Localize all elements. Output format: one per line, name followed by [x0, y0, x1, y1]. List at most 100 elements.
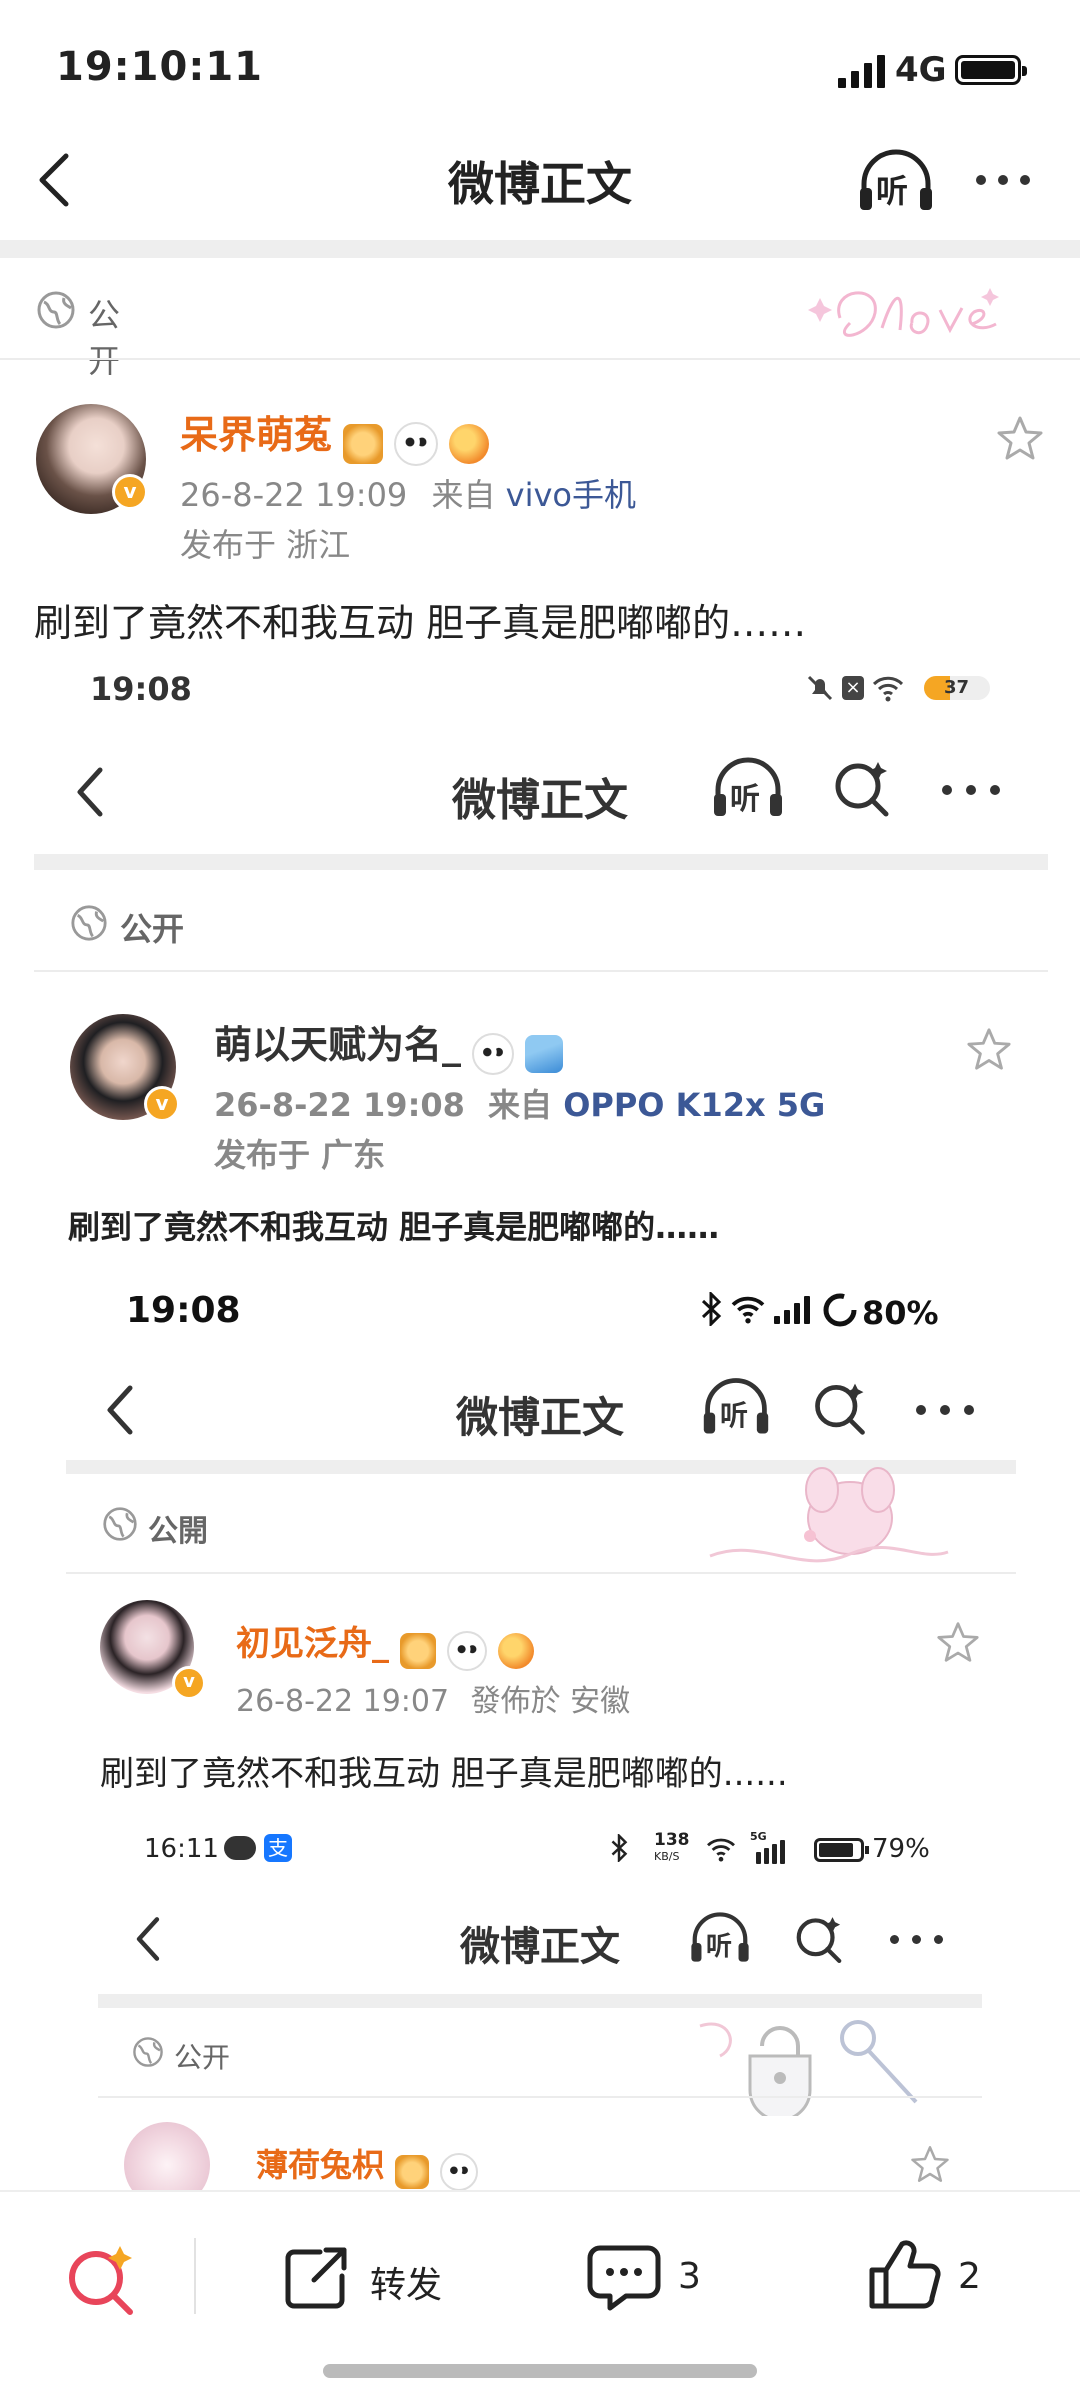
header-divider	[0, 240, 1080, 258]
pufferfish-icon	[498, 1632, 535, 1669]
bunny-decoration	[700, 1466, 950, 1576]
embedded-screenshot-1[interactable]: 19:08 × 37 微博正文 听 公开 v 萌以天赋为名_ 26-8-22 1…	[0, 650, 1080, 1290]
listen-label: 听	[876, 172, 909, 210]
nested1-listen[interactable]: 听	[710, 756, 786, 820]
lock-key-decoration	[690, 2006, 930, 2122]
comment-icon	[587, 2245, 661, 2311]
verified-badge: v	[144, 1086, 180, 1122]
battery-icon	[814, 1838, 869, 1862]
nested1-header-divider	[34, 854, 1048, 870]
wifi-icon	[731, 1296, 765, 1324]
nested1-date: 26-8-22 19:08	[214, 1086, 465, 1124]
battery-icon	[955, 55, 1027, 85]
nested2-battery: 80%	[862, 1294, 939, 1332]
nested2-meta: 26-8-22 19:07 發佈於 安徽	[236, 1676, 630, 1720]
status-bar: 19:10:11 4G	[0, 0, 1080, 130]
source-link[interactable]: vivo手机	[506, 476, 636, 514]
nested3-battery: 79%	[872, 1834, 930, 1864]
nested1-time: 19:08	[90, 670, 192, 708]
battery-icon: 37	[924, 676, 990, 700]
star-icon	[911, 2146, 949, 2182]
nested2-listen: 听	[700, 1376, 772, 1438]
nested1-title: 微博正文	[452, 775, 628, 826]
vertical-divider	[194, 2238, 196, 2314]
panda-icon	[447, 1630, 488, 1671]
post-meta: 26-8-22 19:09 来自 vivo手机	[180, 470, 636, 516]
visibility-label: 公开	[88, 296, 121, 380]
globe-icon	[37, 291, 75, 329]
star-icon	[967, 1028, 1011, 1070]
bluetooth-icon	[701, 1292, 722, 1326]
search-icon	[815, 1383, 865, 1435]
nested2-author: 初见泛舟_	[236, 1624, 389, 1664]
nested2-visibility: 公開	[148, 1514, 208, 1549]
globe-icon	[133, 2037, 163, 2067]
thumbs-up-icon	[869, 2240, 941, 2309]
signal-icon	[838, 54, 888, 88]
author-name[interactable]: 呆界萌菟	[180, 413, 332, 457]
listen-button[interactable]: 听	[856, 148, 936, 214]
nested2-author-row: 初见泛舟_	[236, 1616, 535, 1671]
panda-icon	[472, 1032, 515, 1075]
wechat-icon	[224, 1836, 256, 1860]
star-icon	[997, 416, 1043, 460]
nested3-author: 薄荷兔枳	[256, 2146, 385, 2184]
comment-button[interactable]: 3	[586, 2242, 726, 2318]
search-icon	[796, 1917, 842, 1964]
nested2-status-icons: 80%	[700, 1292, 980, 1332]
nested3-time: 16:11	[144, 1834, 219, 1864]
home-indicator[interactable]	[323, 2364, 757, 2378]
panda-icon	[394, 421, 439, 466]
wifi-icon	[707, 1838, 735, 1862]
nested2-content: 刷到了竟然不和我互动 胆子真是肥嘟嘟的......	[100, 1754, 788, 1794]
crown-badge-icon	[395, 2154, 430, 2189]
verified-badge: v	[172, 1666, 206, 1700]
signal-icon	[756, 1840, 786, 1864]
nested1-listen-label: 听	[730, 782, 760, 817]
more-icon[interactable]	[940, 782, 1004, 798]
nested2-location: 發佈於 安徽	[470, 1684, 631, 1719]
like-count: 2	[958, 2256, 981, 2297]
signal-icon	[774, 1296, 814, 1324]
more-button[interactable]	[972, 168, 1034, 192]
like-button[interactable]: 2	[866, 2236, 1006, 2316]
post-content: 刷到了竟然不和我互动 胆子真是肥嘟嘟的……	[34, 601, 807, 645]
divider	[34, 970, 1048, 972]
panda-icon	[440, 2152, 479, 2190]
shark-icon	[525, 1034, 564, 1073]
embedded-screenshot-3[interactable]: 16:11 支 138 KB/S 5G 79% 微博正文 听 公开 薄荷兔枳	[0, 1810, 1080, 2190]
nested1-meta: 26-8-22 19:08 来自 OPPO K12x 5G	[214, 1080, 825, 1126]
nested3-avatar	[124, 2122, 210, 2190]
more-icon	[888, 1932, 948, 1948]
wifi-icon	[872, 676, 904, 702]
search-icon	[69, 2246, 133, 2315]
pufferfish-icon	[449, 423, 490, 464]
repost-button[interactable]: 转发	[280, 2242, 460, 2318]
nested3-status-icons: 138 KB/S 5G 79%	[610, 1830, 940, 1870]
search-icon[interactable]	[830, 756, 894, 820]
nested3-listen-label: 听	[706, 1932, 733, 1962]
comment-count: 3	[678, 2256, 701, 2297]
bluetooth-icon	[611, 1834, 628, 1862]
embedded-screenshot-2[interactable]: 19:08 80% 微博正文 听 公開 v 初见泛舟_ 26-8-22 19:0…	[0, 1270, 1080, 1810]
close-box-icon: ×	[842, 676, 864, 700]
mute-bell-icon	[807, 675, 833, 701]
repost-label: 转发	[370, 2265, 443, 2306]
more-icon	[914, 1402, 978, 1418]
globe-icon	[71, 905, 107, 941]
verified-badge: v	[112, 474, 148, 510]
nested1-content: 刷到了竟然不和我互动 胆子真是肥嘟嘟的……	[68, 1208, 720, 1246]
nested2-listen-label: 听	[720, 1399, 749, 1432]
nested3-speed-unit: KB/S	[654, 1850, 680, 1863]
super-search-button[interactable]	[60, 2238, 140, 2318]
nested3-visibility: 公开	[174, 2041, 231, 2074]
divider	[0, 358, 1080, 360]
nested1-location: 发布于 广东	[214, 1136, 386, 1174]
nested2-time: 19:08	[126, 1290, 241, 1331]
nested1-battery-level: 37	[944, 677, 970, 698]
battery-ring-icon	[823, 1293, 857, 1327]
author-row: 呆界萌菟	[180, 404, 490, 466]
favorite-button[interactable]	[996, 414, 1044, 462]
status-time: 19:10:11	[56, 44, 263, 90]
network-type: 4G	[895, 50, 947, 90]
